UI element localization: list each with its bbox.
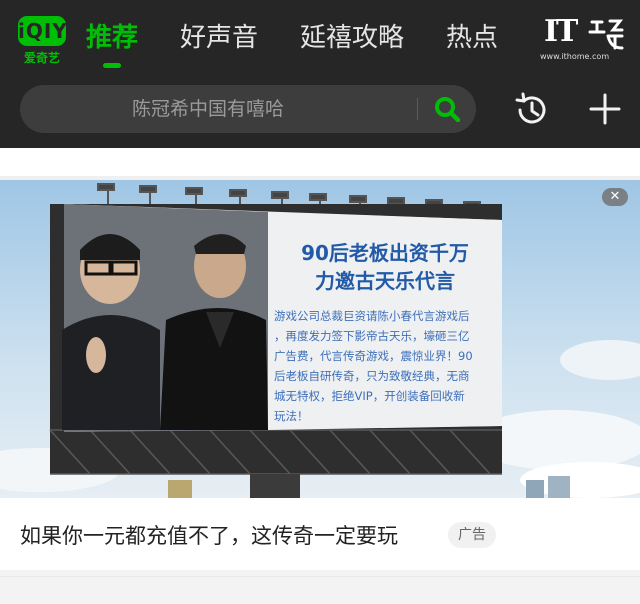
channel-tabs: 推荐 好声音 延禧攻略 热点 — [86, 16, 540, 72]
ad-close-button[interactable]: ✕ — [602, 188, 628, 206]
billboard-body-line: ，再度发力签下影帝古天乐，壕砸三亿 — [274, 329, 470, 343]
ithome-watermark: IT www.ithome.com — [540, 12, 628, 61]
tab-label: 推荐 — [86, 23, 139, 53]
feed-divider — [0, 148, 640, 182]
billboard-headline-line1: 90后老板出资千万 — [301, 241, 469, 265]
billboard-body-line: 城无特权，拒绝VIP，开创装备回收新 — [274, 389, 465, 403]
ithome-logo: IT — [544, 14, 578, 49]
billboard-headline-line2: 力邀古天乐代言 — [315, 269, 455, 293]
feed-bottom-space — [0, 576, 640, 604]
iqiyi-logo-text: 爱奇艺 — [23, 51, 60, 65]
tab-yanxi-palace[interactable]: 延禧攻略 — [300, 16, 404, 60]
billboard-body-line: 广告费，代言传奇游戏，震惊业界！90 — [274, 349, 473, 363]
ad-title[interactable]: 如果你一元都充值不了，这传奇一定要玩 — [20, 520, 398, 550]
ithome-glyph-icon — [588, 19, 624, 50]
billboard-body-line: 游戏公司总裁巨资请陈小春代言游戏后 — [274, 309, 470, 323]
active-tab-indicator — [103, 63, 121, 68]
ad-card[interactable]: 90后老板出资千万 力邀古天乐代言 游戏公司总裁巨资请陈小春代言游戏后 ，再度发… — [0, 180, 640, 570]
billboard-illustration: 90后老板出资千万 力邀古天乐代言 游戏公司总裁巨资请陈小春代言游戏后 ，再度发… — [0, 180, 640, 498]
tab-good-voice[interactable]: 好声音 — [180, 16, 258, 60]
ad-badge: 广告 — [448, 522, 496, 548]
top-header: iQIY 爱奇艺 推荐 好声音 延禧攻略 热点 IT www.ithome.co — [0, 0, 640, 148]
tab-hot[interactable]: 热点 — [446, 16, 498, 60]
ithome-url: www.ithome.com — [540, 52, 610, 61]
search-icon[interactable] — [434, 96, 460, 122]
search-input[interactable]: 陈冠希中国有嘻哈 — [20, 85, 396, 133]
billboard-body-line: 玩法！ — [274, 409, 309, 423]
tab-recommend[interactable]: 推荐 — [86, 16, 139, 68]
search-bar[interactable]: 陈冠希中国有嘻哈 — [20, 85, 476, 133]
iqiyi-app-screen: iQIY 爱奇艺 推荐 好声音 延禧攻略 热点 IT www.ithome.co — [0, 0, 640, 604]
iqiyi-logo[interactable]: iQIY 爱奇艺 — [14, 12, 70, 70]
plus-icon[interactable] — [588, 92, 622, 126]
tab-label: 好声音 — [180, 23, 259, 53]
iqiyi-logo-mark: iQIY — [18, 16, 67, 46]
search-divider — [417, 98, 418, 120]
tab-label: 延禧攻略 — [300, 23, 405, 53]
tab-label: 热点 — [446, 23, 499, 53]
billboard-body-line: 后老板自研传奇，只为致敬经典，无商 — [274, 369, 470, 383]
history-icon[interactable] — [512, 91, 550, 129]
ad-banner-image[interactable]: 90后老板出资千万 力邀古天乐代言 游戏公司总裁巨资请陈小春代言游戏后 ，再度发… — [0, 180, 640, 498]
